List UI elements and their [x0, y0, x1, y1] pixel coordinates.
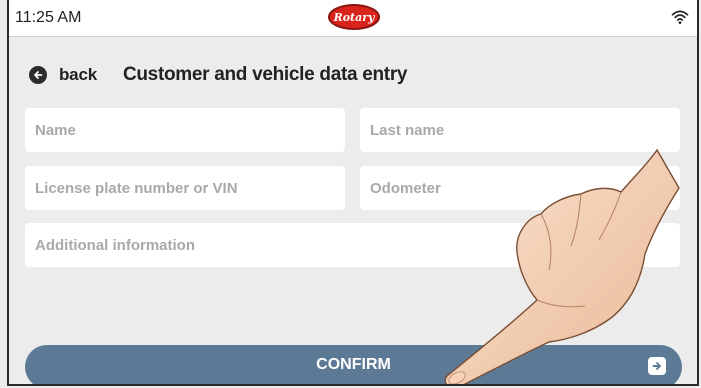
last-name-placeholder: Last name: [370, 121, 445, 139]
back-button[interactable]: back: [29, 65, 97, 85]
page-header: back Customer and vehicle data entry: [29, 62, 408, 88]
status-bar: 11:25 AM Rotary: [9, 0, 697, 37]
logo-text: Rotary: [333, 10, 375, 24]
license-plate-placeholder: License plate number or VIN: [35, 179, 238, 197]
name-placeholder: Name: [35, 121, 76, 139]
pointing-hand-icon: [444, 148, 680, 384]
odometer-placeholder: Odometer: [370, 179, 441, 197]
confirm-label: CONFIRM: [316, 356, 391, 373]
rotary-logo: Rotary: [328, 4, 380, 30]
name-field[interactable]: Name: [25, 108, 345, 152]
additional-info-placeholder: Additional information: [35, 236, 195, 254]
back-label: back: [59, 65, 97, 84]
license-plate-field[interactable]: License plate number or VIN: [25, 166, 345, 210]
wifi-icon: [671, 10, 689, 24]
page-title: Customer and vehicle data entry: [122, 64, 408, 85]
last-name-field[interactable]: Last name: [360, 108, 680, 152]
arrow-left-circle-icon: [29, 66, 47, 84]
status-time: 11:25 AM: [15, 9, 82, 26]
app-screen: 11:25 AM Rotary back Customer and vehicl…: [7, 0, 699, 386]
